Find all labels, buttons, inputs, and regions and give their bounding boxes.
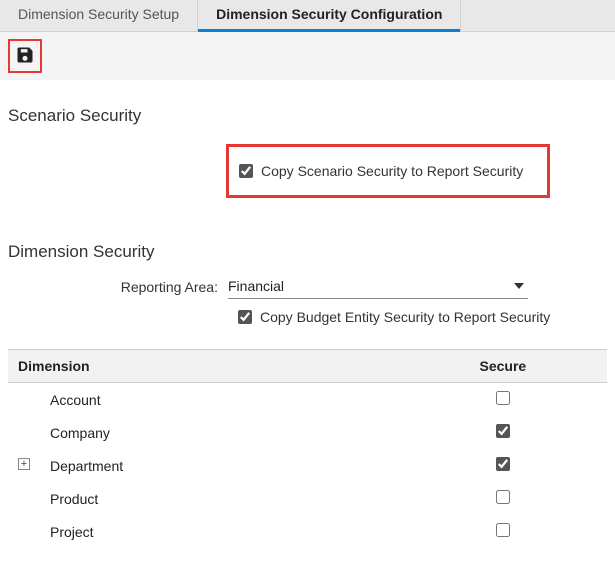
dimension-cell: + Department [8,449,399,482]
tab-bar: Dimension Security Setup Dimension Secur… [0,0,615,32]
dimension-security-heading: Dimension Security [8,242,607,262]
save-button[interactable] [8,39,42,73]
col-secure[interactable]: Secure [399,350,607,383]
reporting-area-label: Reporting Area: [8,279,228,295]
reporting-area-row: Reporting Area: Financial [8,274,607,299]
table-row[interactable]: Project [8,515,607,548]
secure-checkbox-company[interactable] [496,424,510,438]
secure-checkbox-product[interactable] [496,490,510,504]
secure-checkbox-project[interactable] [496,523,510,537]
expand-icon[interactable]: + [18,458,30,470]
table-row[interactable]: + Department [8,449,607,482]
scenario-security-heading: Scenario Security [8,106,607,126]
table-row[interactable]: Company [8,416,607,449]
dimension-cell: Account [8,383,399,417]
copy-scenario-highlight: Copy Scenario Security to Report Securit… [226,144,550,198]
secure-checkbox-department[interactable] [496,457,510,471]
save-icon [15,45,35,68]
tab-dimension-security-setup[interactable]: Dimension Security Setup [0,0,198,31]
chevron-down-icon [514,283,524,289]
copy-scenario-security-label: Copy Scenario Security to Report Securit… [261,163,523,179]
reporting-area-select[interactable]: Financial [228,274,528,299]
dimension-cell: Product [8,482,399,515]
table-row[interactable]: Account [8,383,607,417]
copy-budget-entity-security-checkbox[interactable] [238,310,252,324]
dimension-cell: Project [8,515,399,548]
reporting-area-value: Financial [228,278,284,294]
dimension-name: Department [50,458,123,474]
dimension-table: Dimension Secure Account Company + Depar… [8,349,607,548]
copy-budget-entity-security-label: Copy Budget Entity Security to Report Se… [260,309,550,325]
toolbar [0,32,615,80]
table-row[interactable]: Product [8,482,607,515]
copy-scenario-security-checkbox[interactable] [239,164,253,178]
secure-checkbox-account[interactable] [496,391,510,405]
col-dimension[interactable]: Dimension [8,350,399,383]
dimension-cell: Company [8,416,399,449]
copy-budget-row: Copy Budget Entity Security to Report Se… [8,309,607,325]
tab-dimension-security-configuration[interactable]: Dimension Security Configuration [198,0,461,31]
